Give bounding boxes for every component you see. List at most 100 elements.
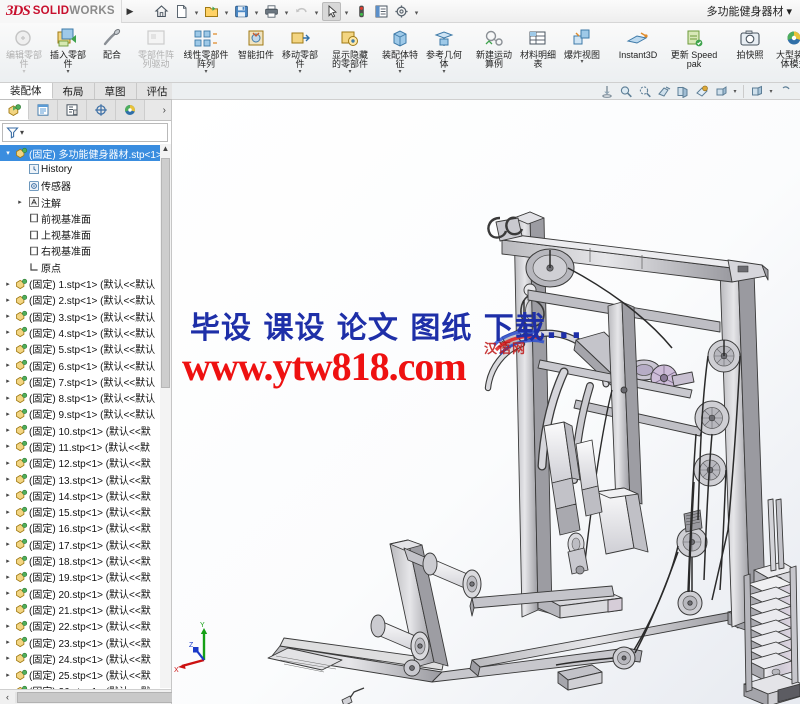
tree-item-plane[interactable]: 右视基准面 [0, 243, 171, 259]
ribbon-caret[interactable]: ▾ [398, 69, 401, 75]
feature-manager-tab[interactable] [0, 100, 29, 120]
feature-tree-filter-input[interactable]: ▾ [2, 123, 168, 142]
expand-collapse-arrow[interactable]: ▸ [2, 671, 14, 679]
ribbon-button-bill-of-materials[interactable]: 材料明细表 [516, 24, 560, 82]
tree-item-part[interactable]: ▸ (固定) 17.stp<1> (默认<<默 [0, 536, 171, 552]
expand-collapse-arrow[interactable]: ▸ [2, 280, 14, 288]
tree-item-part[interactable]: ▸ (固定) 21.stp<1> (默认<<默 [0, 601, 171, 617]
options-list-icon[interactable] [372, 2, 391, 21]
ribbon-caret[interactable]: ▾ [442, 69, 445, 75]
expand-collapse-arrow[interactable]: ▸ [2, 377, 14, 385]
expand-collapse-arrow[interactable]: ▸ [2, 475, 14, 483]
tab-assembly[interactable]: 装配体 [0, 83, 53, 99]
ribbon-button-assembly-feature[interactable]: 装配体特征 ▾ [378, 24, 422, 82]
appearance-icon[interactable] [748, 84, 765, 99]
tree-item-annotations[interactable]: ▸ 注解 [0, 194, 171, 210]
view-orientation-icon[interactable] [674, 84, 691, 99]
display-manager-tab[interactable] [116, 100, 145, 120]
scroll-thumb[interactable] [17, 691, 182, 703]
expand-collapse-arrow[interactable]: ▸ [2, 426, 14, 434]
display-style-icon[interactable] [693, 84, 710, 99]
tree-item-part[interactable]: ▸ (固定) 14.stp<1> (默认<<默 [0, 487, 171, 503]
tree-item-plane[interactable]: 上视基准面 [0, 226, 171, 242]
tree-item-part[interactable]: ▸ (固定) 4.stp<1> (默认<<默认 [0, 324, 171, 340]
print-caret[interactable]: ▾ [282, 2, 291, 21]
tree-item-part[interactable]: ▸ (固定) 26.stp<1> (默认<<默 [0, 683, 171, 689]
new-document-caret[interactable]: ▾ [192, 2, 201, 21]
ribbon-button-smart-fasteners[interactable]: 智能扣件 [234, 24, 278, 82]
expand-collapse-arrow[interactable]: ▸ [2, 442, 14, 450]
ribbon-button-new-motion-study[interactable]: 新建运动算例 [472, 24, 516, 82]
expand-collapse-arrow[interactable]: ▸ [2, 638, 14, 646]
ribbon-button-insert-component[interactable]: 插入零部件 ▾ [46, 24, 90, 82]
menu-expand-arrow[interactable]: ▶ [122, 0, 138, 23]
gym-equipment-model[interactable]: Y X Z [172, 100, 800, 704]
new-document-icon[interactable] [172, 2, 191, 21]
ribbon-caret[interactable]: ▾ [580, 59, 583, 65]
select-caret[interactable]: ▾ [342, 2, 351, 21]
filter-caret[interactable]: ▾ [20, 128, 24, 137]
tree-item-part[interactable]: ▸ (固定) 13.stp<1> (默认<<默 [0, 471, 171, 487]
tree-item-part[interactable]: ▸ (固定) 5.stp<1> (默认<<默认 [0, 341, 171, 357]
hide-show-items-caret[interactable]: ▾ [731, 88, 739, 95]
tree-item-plane[interactable]: 前视基准面 [0, 210, 171, 226]
options-caret[interactable]: ▾ [412, 2, 421, 21]
undo-icon[interactable] [292, 2, 311, 21]
tree-item-sensors[interactable]: 传感器 [0, 178, 171, 194]
tree-item-part[interactable]: ▸ (固定) 15.stp<1> (默认<<默 [0, 504, 171, 520]
tree-item-history[interactable]: History [0, 161, 171, 177]
expand-collapse-arrow[interactable]: ▸ [2, 557, 14, 565]
tree-item-part[interactable]: ▸ (固定) 7.stp<1> (默认<<默认 [0, 373, 171, 389]
open-caret[interactable]: ▾ [222, 2, 231, 21]
ribbon-button-show-hidden-components[interactable]: 显示隐藏的零部件 ▾ [328, 24, 372, 82]
appearance-caret[interactable]: ▾ [767, 88, 775, 95]
expand-collapse-arrow[interactable]: ▸ [2, 508, 14, 516]
undo-caret[interactable]: ▾ [312, 2, 321, 21]
feature-tree[interactable]: ▾ (固定) 多功能健身器材.stp<1> (默 History 传感器 ▸ 注解 前视… [0, 144, 171, 689]
expand-collapse-arrow[interactable]: ▾ [2, 149, 14, 157]
expand-collapse-arrow[interactable]: ▸ [2, 328, 14, 336]
document-title-caret[interactable]: ▾ [786, 5, 792, 18]
ribbon-button-move-component[interactable]: 移动零部件 ▾ [278, 24, 322, 82]
ribbon-button-update-speedpak[interactable]: 更新 Speedpak [666, 24, 722, 82]
tree-item-part[interactable]: ▸ (固定) 20.stp<1> (默认<<默 [0, 585, 171, 601]
tree-item-part[interactable]: ▸ (固定) 8.stp<1> (默认<<默认 [0, 389, 171, 405]
zoom-to-area-icon[interactable] [617, 84, 634, 99]
expand-collapse-arrow[interactable]: ▸ [2, 687, 14, 689]
graphics-viewport[interactable]: Y X Z 毕设 课设 论文 图纸 下载... 汉语网 www.ytw818.c… [172, 100, 800, 704]
previous-view-icon[interactable] [636, 84, 653, 99]
ribbon-button-component-pattern[interactable]: 零部件阵列驱动 [134, 24, 178, 82]
expand-collapse-arrow[interactable]: ▸ [2, 296, 14, 304]
save-caret[interactable]: ▾ [252, 2, 261, 21]
tree-item-part[interactable]: ▸ (固定) 22.stp<1> (默认<<默 [0, 618, 171, 634]
expand-collapse-arrow[interactable]: ▸ [2, 491, 14, 499]
expand-collapse-arrow[interactable]: ▸ [2, 361, 14, 369]
tree-item-part[interactable]: ▸ (固定) 12.stp<1> (默认<<默 [0, 455, 171, 471]
tree-item-part[interactable]: ▸ (固定) 11.stp<1> (默认<<默 [0, 438, 171, 454]
ribbon-button-large-assembly-mode[interactable]: 大型装配体模式 [772, 24, 800, 82]
scroll-left-arrow[interactable]: ‹ [0, 692, 15, 702]
tree-item-part[interactable]: ▸ (固定) 18.stp<1> (默认<<默 [0, 552, 171, 568]
ribbon-caret[interactable]: ▾ [204, 69, 207, 75]
open-folder-icon[interactable] [202, 2, 221, 21]
expand-collapse-arrow[interactable]: ▸ [2, 654, 14, 662]
ribbon-button-linear-component-pattern[interactable]: 线性零部件阵列 ▾ [178, 24, 234, 82]
tree-item-part[interactable]: ▸ (固定) 24.stp<1> (默认<<默 [0, 650, 171, 666]
ribbon-button-instant3d[interactable]: Instant3D [610, 24, 666, 82]
ribbon-caret[interactable]: ▾ [22, 69, 25, 75]
scroll-up-arrow[interactable]: ▲ [160, 144, 171, 156]
zoom-to-fit-icon[interactable] [598, 84, 615, 99]
feature-tree-horizontal-scrollbar[interactable]: ‹ › [0, 689, 182, 704]
ribbon-button-snapshot[interactable]: 拍快照 [728, 24, 772, 82]
feature-manager-more-tabs[interactable]: › [145, 100, 171, 120]
hide-show-items-icon[interactable] [712, 84, 729, 99]
expand-collapse-arrow[interactable]: ▸ [2, 540, 14, 548]
scroll-thumb[interactable] [161, 158, 170, 388]
expand-collapse-arrow[interactable]: ▸ [14, 198, 26, 206]
dimxpert-manager-tab[interactable] [87, 100, 116, 120]
gear-icon[interactable] [392, 2, 411, 21]
ribbon-caret[interactable]: ▾ [298, 69, 301, 75]
section-view-icon[interactable] [655, 84, 672, 99]
home-icon[interactable] [152, 2, 171, 21]
tree-item-part[interactable]: ▸ (固定) 2.stp<1> (默认<<默认 [0, 292, 171, 308]
